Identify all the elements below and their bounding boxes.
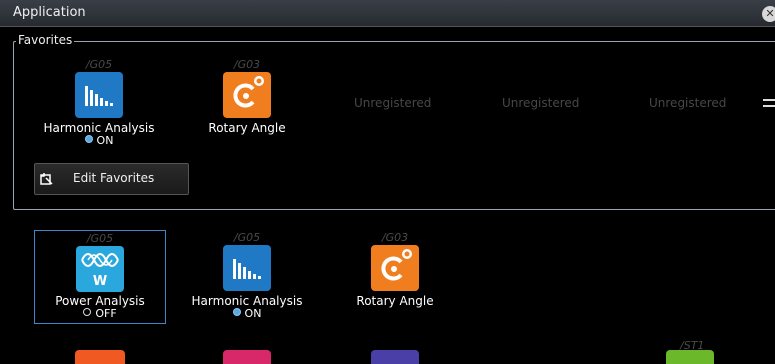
title-bar: Application ✕ [0, 0, 775, 27]
app-code: /G03 [233, 58, 261, 71]
status-indicator: ON [34, 134, 164, 147]
window-title: Application [13, 5, 86, 20]
edit-favorites-label: Edit Favorites [73, 171, 155, 185]
rotary-angle-icon [371, 245, 419, 291]
app-label: Power Analysis [55, 294, 145, 308]
edit-favorites-icon [40, 173, 53, 185]
app-tile-partial-2[interactable] [223, 350, 271, 364]
status-on-icon [84, 135, 93, 143]
app-power-analysis[interactable]: /G05 W Power Analysis OFF [34, 230, 166, 324]
status-indicator: OFF [35, 307, 165, 320]
app-tile-partial-1[interactable] [75, 350, 125, 364]
app-tile-partial-4[interactable] [666, 350, 714, 364]
favorite-rotary-angle[interactable]: /G03 Rotary Angle [182, 58, 312, 146]
favorite-harmonic-analysis[interactable]: /G05 Harmonic Analysis ON [34, 58, 164, 147]
app-code: /G05 [86, 232, 114, 245]
app-label: Rotary Angle [208, 121, 286, 135]
close-icon[interactable]: ✕ [762, 6, 775, 22]
status-off-icon [83, 308, 92, 316]
rotary-angle-icon [223, 72, 271, 118]
unregistered-slot-2[interactable]: Unregistered [502, 96, 579, 110]
unregistered-slot-3[interactable]: Unregistered [649, 96, 726, 110]
app-label: Harmonic Analysis [43, 121, 155, 135]
status-on-icon [232, 308, 241, 316]
app-code: /G05 [233, 231, 261, 244]
edit-favorites-button[interactable]: Edit Favorites [34, 163, 189, 195]
app-label: Rotary Angle [356, 294, 434, 308]
app-code: /G03 [381, 231, 409, 244]
harmonic-analysis-icon [75, 72, 123, 118]
unregistered-slot-1[interactable]: Unregistered [354, 96, 431, 110]
application-window: Application ✕ Favorites /G05 Harmonic An… [0, 0, 775, 364]
app-harmonic-analysis[interactable]: /G05 Harmonic Analysis ON [182, 231, 312, 320]
harmonic-analysis-icon [223, 245, 271, 291]
power-analysis-icon: W [76, 246, 124, 292]
app-label: Harmonic Analysis [191, 294, 303, 308]
scroll-right-icon[interactable] [763, 99, 775, 107]
status-indicator: ON [182, 307, 312, 320]
app-rotary-angle[interactable]: /G03 Rotary Angle [330, 231, 460, 319]
favorites-legend: Favorites [16, 33, 75, 47]
app-tile-partial-3[interactable] [371, 350, 419, 364]
svg-text:W: W [93, 274, 107, 289]
app-code: /G05 [85, 58, 113, 71]
